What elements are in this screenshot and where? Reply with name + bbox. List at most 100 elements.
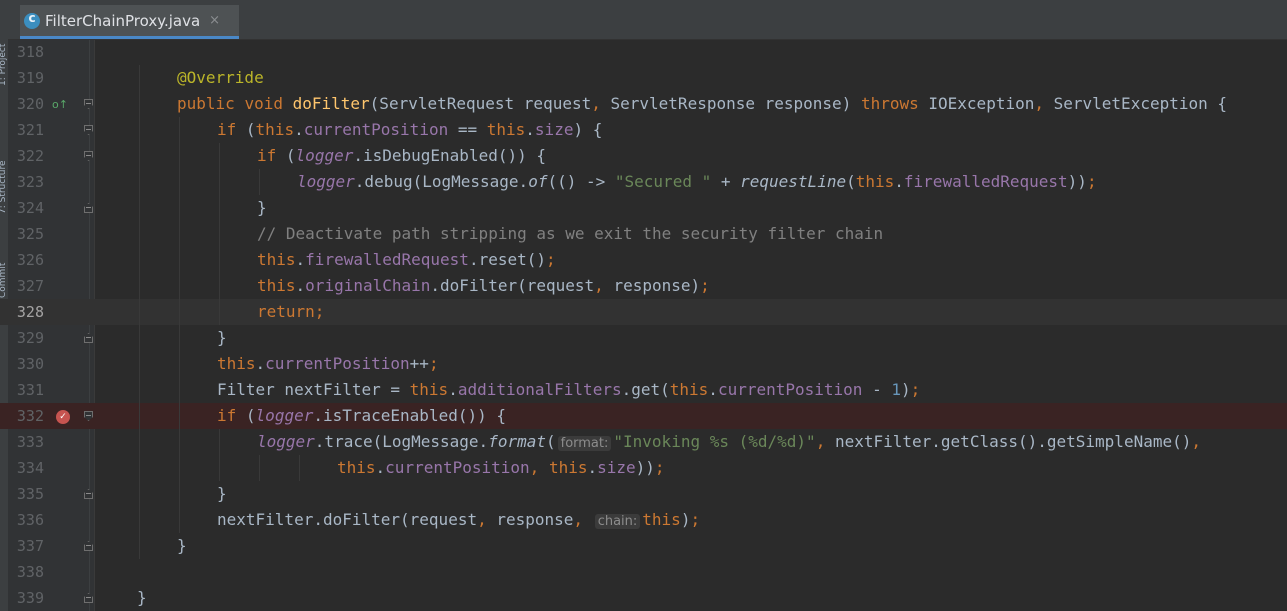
code-token: }	[257, 198, 267, 217]
code-line[interactable]: 328 return;	[0, 299, 1287, 325]
line-number[interactable]: 331	[8, 381, 44, 399]
line-number[interactable]: 337	[8, 537, 44, 555]
code-token: (	[545, 432, 556, 451]
code-line[interactable]: 339}	[0, 585, 1287, 611]
code-text: // Deactivate path stripping as we exit …	[257, 225, 883, 243]
code-text: }	[177, 537, 187, 555]
override-icon[interactable]: o↑	[52, 98, 68, 112]
indent-guide	[139, 455, 140, 481]
code-token: .get(	[621, 380, 670, 399]
code-text: this.firewalledRequest.reset();	[257, 251, 556, 269]
fold-marker-icon[interactable]	[84, 541, 93, 551]
code-token: ,	[1034, 94, 1054, 113]
line-number[interactable]: 333	[8, 433, 44, 451]
line-number[interactable]: 326	[8, 251, 44, 269]
line-number[interactable]: 321	[8, 121, 44, 139]
code-token: ) {	[573, 120, 603, 139]
code-text: return;	[257, 303, 324, 321]
code-line[interactable]: 332 ✓ if (logger.isTraceEnabled()) {	[0, 403, 1287, 429]
code-token: ;	[1086, 172, 1097, 191]
close-icon[interactable]: ×	[209, 13, 220, 28]
fold-marker-icon[interactable]	[84, 151, 93, 161]
indent-guide	[219, 429, 220, 455]
code-line[interactable]: 337}	[0, 533, 1287, 559]
code-line[interactable]: 320 o↑ public void doFilter(ServletRequest…	[0, 91, 1287, 117]
line-number[interactable]: 324	[8, 199, 44, 217]
code-token: ,	[1191, 432, 1202, 451]
code-line[interactable]: 321 if (this.currentPosition == this.size…	[0, 117, 1287, 143]
code-text: public void doFilter(ServletRequest requ…	[177, 95, 1227, 113]
fold-marker-icon[interactable]	[84, 203, 93, 213]
line-number[interactable]: 327	[8, 277, 44, 295]
code-token: logger	[297, 172, 355, 191]
indent-guide	[139, 273, 140, 299]
code-line[interactable]: 322 if (logger.isDebugEnabled()) {	[0, 143, 1287, 169]
code-line[interactable]: 335}	[0, 481, 1287, 507]
indent-guide	[219, 299, 220, 325]
code-line[interactable]: 324}	[0, 195, 1287, 221]
line-number[interactable]: 336	[8, 511, 44, 529]
line-number[interactable]: 328	[8, 303, 44, 321]
indent-guide	[139, 325, 140, 351]
code-token: currentPosition	[385, 458, 530, 477]
line-number[interactable]: 318	[8, 43, 44, 61]
code-token: }	[177, 536, 187, 555]
fold-marker-icon[interactable]	[84, 593, 93, 603]
fold-marker-icon[interactable]	[84, 489, 93, 499]
code-editor[interactable]: 318 319 @Override 320 o↑ public void doFilter…	[0, 39, 1287, 611]
code-line[interactable]: 333 logger.trace(LogMessage.format(format…	[0, 429, 1287, 455]
code-line[interactable]: 325 // Deactivate path stripping as we ex…	[0, 221, 1287, 247]
code-token: .	[448, 380, 458, 399]
line-number[interactable]: 329	[8, 329, 44, 347]
code-token: .doFilter(request	[430, 276, 595, 295]
code-line[interactable]: 331 Filter nextFilter = this.additionalFi…	[0, 377, 1287, 403]
indent-guide	[179, 325, 180, 351]
code-text: this.currentPosition++;	[217, 355, 439, 373]
code-token: ,	[594, 276, 614, 295]
fold-marker-icon[interactable]	[84, 333, 93, 343]
fold-marker-icon[interactable]	[84, 411, 93, 421]
line-number[interactable]: 332	[8, 407, 44, 425]
line-number[interactable]: 335	[8, 485, 44, 503]
code-text: }	[257, 199, 267, 217]
code-token: .	[708, 380, 718, 399]
breakpoint-icon[interactable]: ✓	[56, 410, 70, 424]
line-number[interactable]: 334	[8, 459, 44, 477]
code-line[interactable]: 326 this.firewalledRequest.reset();	[0, 247, 1287, 273]
line-number[interactable]: 325	[8, 225, 44, 243]
code-line[interactable]: 327 this.originalChain.doFilter(request, …	[0, 273, 1287, 299]
code-token: nextFilter.doFilter(request	[217, 510, 478, 529]
indent-guide	[179, 143, 180, 169]
code-token: if	[257, 146, 286, 165]
line-number[interactable]: 323	[8, 173, 44, 191]
line-number[interactable]: 330	[8, 355, 44, 373]
code-token: (() ->	[547, 172, 615, 191]
code-token: ++	[409, 354, 429, 373]
editor-tab-filterchainproxy[interactable]: FilterChainProxy.java ×	[20, 5, 239, 39]
line-number[interactable]: 338	[8, 563, 44, 581]
code-line[interactable]: 318	[0, 39, 1287, 65]
indent-guide	[139, 507, 140, 533]
code-line[interactable]: 329}	[0, 325, 1287, 351]
indent-guide	[219, 221, 220, 247]
code-line[interactable]: 319 @Override	[0, 65, 1287, 91]
code-token: .trace(LogMessage.	[314, 432, 489, 451]
indent-guide	[139, 221, 140, 247]
code-text: Filter nextFilter = this.additionalFilte…	[217, 381, 920, 399]
code-token: ,	[529, 458, 549, 477]
code-token: response)	[613, 276, 701, 295]
fold-marker-icon[interactable]	[84, 125, 93, 135]
indent-guide	[179, 299, 180, 325]
code-token: @Override	[177, 68, 264, 87]
line-number[interactable]: 320	[8, 95, 44, 113]
code-line[interactable]: 336 nextFilter.doFilter(request, response…	[0, 507, 1287, 533]
line-number[interactable]: 319	[8, 69, 44, 87]
line-number[interactable]: 322	[8, 147, 44, 165]
indent-guide	[219, 247, 220, 273]
code-line[interactable]: 323 logger.debug(LogMessage.of(() -> "Sec…	[0, 169, 1287, 195]
code-line[interactable]: 330 this.currentPosition++;	[0, 351, 1287, 377]
code-line[interactable]: 334 this.currentPosition, this.size));	[0, 455, 1287, 481]
line-number[interactable]: 339	[8, 589, 44, 607]
code-line[interactable]: 338	[0, 559, 1287, 585]
fold-marker-icon[interactable]	[84, 99, 93, 109]
